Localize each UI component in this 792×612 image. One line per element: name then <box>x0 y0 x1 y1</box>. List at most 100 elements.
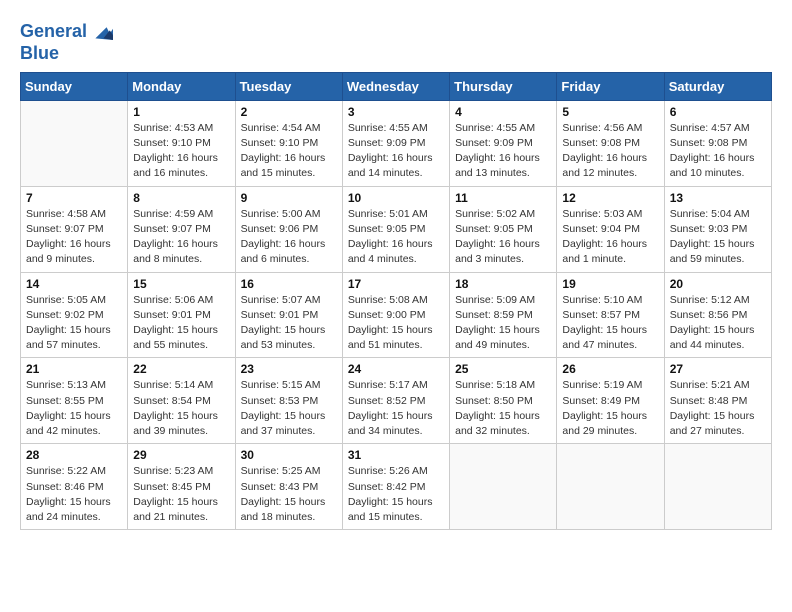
calendar-table: SundayMondayTuesdayWednesdayThursdayFrid… <box>20 72 772 530</box>
day-info: Sunrise: 5:26 AMSunset: 8:42 PMDaylight:… <box>348 464 444 525</box>
calendar-cell: 17 Sunrise: 5:08 AMSunset: 9:00 PMDayligh… <box>342 272 449 358</box>
calendar-cell: 20 Sunrise: 5:12 AMSunset: 8:56 PMDayligh… <box>664 272 771 358</box>
calendar-week-row: 14Sunrise: 5:05 AMSunset: 9:02 PMDayligh… <box>21 272 772 358</box>
calendar-cell <box>21 100 128 186</box>
day-number: 18 <box>455 277 551 291</box>
calendar-cell: 5 Sunrise: 4:56 AMSunset: 9:08 PMDaylight… <box>557 100 664 186</box>
calendar-header-row: SundayMondayTuesdayWednesdayThursdayFrid… <box>21 72 772 100</box>
calendar-cell: 26 Sunrise: 5:19 AMSunset: 8:49 PMDayligh… <box>557 358 664 444</box>
day-number: 30 <box>241 448 337 462</box>
day-number: 17 <box>348 277 444 291</box>
day-number: 20 <box>670 277 766 291</box>
day-number: 19 <box>562 277 658 291</box>
day-number: 12 <box>562 191 658 205</box>
day-info: Sunrise: 5:03 AMSunset: 9:04 PMDaylight:… <box>562 207 658 268</box>
day-info: Sunrise: 5:17 AMSunset: 8:52 PMDaylight:… <box>348 378 444 439</box>
day-number: 5 <box>562 105 658 119</box>
day-number: 11 <box>455 191 551 205</box>
calendar-cell: 15Sunrise: 5:06 AMSunset: 9:01 PMDayligh… <box>128 272 235 358</box>
calendar-cell <box>664 444 771 530</box>
calendar-week-row: 7Sunrise: 4:58 AMSunset: 9:07 PMDaylight… <box>21 186 772 272</box>
calendar-cell: 21Sunrise: 5:13 AMSunset: 8:55 PMDayligh… <box>21 358 128 444</box>
day-info: Sunrise: 5:21 AMSunset: 8:48 PMDaylight:… <box>670 378 766 439</box>
calendar-cell: 7Sunrise: 4:58 AMSunset: 9:07 PMDaylight… <box>21 186 128 272</box>
day-info: Sunrise: 5:01 AMSunset: 9:05 PMDaylight:… <box>348 207 444 268</box>
calendar-cell: 1 Sunrise: 4:53 AMSunset: 9:10 PMDaylight… <box>128 100 235 186</box>
calendar-cell: 29Sunrise: 5:23 AMSunset: 8:45 PMDayligh… <box>128 444 235 530</box>
day-info: Sunrise: 4:53 AMSunset: 9:10 PMDaylight:… <box>133 121 229 182</box>
day-info: Sunrise: 5:08 AMSunset: 9:00 PMDaylight:… <box>348 293 444 354</box>
day-info: Sunrise: 4:54 AMSunset: 9:10 PMDaylight:… <box>241 121 337 182</box>
day-info: Sunrise: 5:09 AMSunset: 8:59 PMDaylight:… <box>455 293 551 354</box>
day-info: Sunrise: 4:55 AMSunset: 9:09 PMDaylight:… <box>348 121 444 182</box>
day-number: 15 <box>133 277 229 291</box>
day-info: Sunrise: 4:58 AMSunset: 9:07 PMDaylight:… <box>26 207 122 268</box>
calendar-week-row: 1 Sunrise: 4:53 AMSunset: 9:10 PMDaylight… <box>21 100 772 186</box>
weekday-header-monday: Monday <box>128 72 235 100</box>
page-header: General Blue <box>20 20 772 64</box>
day-info: Sunrise: 5:23 AMSunset: 8:45 PMDaylight:… <box>133 464 229 525</box>
calendar-week-row: 28 Sunrise: 5:22 AMSunset: 8:46 PMDayligh… <box>21 444 772 530</box>
day-number: 14 <box>26 277 122 291</box>
day-number: 4 <box>455 105 551 119</box>
calendar-cell: 28 Sunrise: 5:22 AMSunset: 8:46 PMDayligh… <box>21 444 128 530</box>
weekday-header-friday: Friday <box>557 72 664 100</box>
calendar-cell: 22Sunrise: 5:14 AMSunset: 8:54 PMDayligh… <box>128 358 235 444</box>
calendar-cell: 10Sunrise: 5:01 AMSunset: 9:05 PMDayligh… <box>342 186 449 272</box>
day-number: 28 <box>26 448 122 462</box>
calendar-cell: 24 Sunrise: 5:17 AMSunset: 8:52 PMDayligh… <box>342 358 449 444</box>
calendar-cell: 2 Sunrise: 4:54 AMSunset: 9:10 PMDaylight… <box>235 100 342 186</box>
day-info: Sunrise: 4:57 AMSunset: 9:08 PMDaylight:… <box>670 121 766 182</box>
calendar-cell: 3Sunrise: 4:55 AMSunset: 9:09 PMDaylight… <box>342 100 449 186</box>
weekday-header-thursday: Thursday <box>450 72 557 100</box>
day-info: Sunrise: 5:15 AMSunset: 8:53 PMDaylight:… <box>241 378 337 439</box>
calendar-cell: 18 Sunrise: 5:09 AMSunset: 8:59 PMDayligh… <box>450 272 557 358</box>
calendar-cell: 12 Sunrise: 5:03 AMSunset: 9:04 PMDayligh… <box>557 186 664 272</box>
calendar-cell: 4 Sunrise: 4:55 AMSunset: 9:09 PMDaylight… <box>450 100 557 186</box>
day-info: Sunrise: 5:25 AMSunset: 8:43 PMDaylight:… <box>241 464 337 525</box>
calendar-cell: 11 Sunrise: 5:02 AMSunset: 9:05 PMDayligh… <box>450 186 557 272</box>
day-info: Sunrise: 5:07 AMSunset: 9:01 PMDaylight:… <box>241 293 337 354</box>
logo-text: General <box>20 22 87 42</box>
calendar-cell: 8 Sunrise: 4:59 AMSunset: 9:07 PMDaylight… <box>128 186 235 272</box>
day-number: 25 <box>455 362 551 376</box>
day-info: Sunrise: 5:10 AMSunset: 8:57 PMDaylight:… <box>562 293 658 354</box>
calendar-cell: 9 Sunrise: 5:00 AMSunset: 9:06 PMDaylight… <box>235 186 342 272</box>
calendar-week-row: 21Sunrise: 5:13 AMSunset: 8:55 PMDayligh… <box>21 358 772 444</box>
day-info: Sunrise: 5:02 AMSunset: 9:05 PMDaylight:… <box>455 207 551 268</box>
weekday-header-tuesday: Tuesday <box>235 72 342 100</box>
calendar-cell: 25 Sunrise: 5:18 AMSunset: 8:50 PMDayligh… <box>450 358 557 444</box>
day-info: Sunrise: 5:12 AMSunset: 8:56 PMDaylight:… <box>670 293 766 354</box>
day-info: Sunrise: 5:19 AMSunset: 8:49 PMDaylight:… <box>562 378 658 439</box>
day-info: Sunrise: 5:00 AMSunset: 9:06 PMDaylight:… <box>241 207 337 268</box>
day-info: Sunrise: 5:04 AMSunset: 9:03 PMDaylight:… <box>670 207 766 268</box>
day-info: Sunrise: 5:13 AMSunset: 8:55 PMDaylight:… <box>26 378 122 439</box>
calendar-cell: 23Sunrise: 5:15 AMSunset: 8:53 PMDayligh… <box>235 358 342 444</box>
day-info: Sunrise: 4:59 AMSunset: 9:07 PMDaylight:… <box>133 207 229 268</box>
day-number: 27 <box>670 362 766 376</box>
day-number: 9 <box>241 191 337 205</box>
calendar-cell: 13Sunrise: 5:04 AMSunset: 9:03 PMDayligh… <box>664 186 771 272</box>
calendar-cell: 27 Sunrise: 5:21 AMSunset: 8:48 PMDayligh… <box>664 358 771 444</box>
logo-icon <box>89 20 113 44</box>
calendar-cell: 14Sunrise: 5:05 AMSunset: 9:02 PMDayligh… <box>21 272 128 358</box>
day-info: Sunrise: 5:22 AMSunset: 8:46 PMDaylight:… <box>26 464 122 525</box>
day-number: 22 <box>133 362 229 376</box>
day-number: 31 <box>348 448 444 462</box>
day-number: 16 <box>241 277 337 291</box>
day-number: 1 <box>133 105 229 119</box>
logo-subtext: Blue <box>20 44 113 64</box>
day-number: 26 <box>562 362 658 376</box>
weekday-header-wednesday: Wednesday <box>342 72 449 100</box>
day-number: 8 <box>133 191 229 205</box>
day-info: Sunrise: 5:18 AMSunset: 8:50 PMDaylight:… <box>455 378 551 439</box>
calendar-cell <box>557 444 664 530</box>
calendar-cell: 19 Sunrise: 5:10 AMSunset: 8:57 PMDayligh… <box>557 272 664 358</box>
weekday-header-sunday: Sunday <box>21 72 128 100</box>
day-number: 2 <box>241 105 337 119</box>
calendar-cell: 16 Sunrise: 5:07 AMSunset: 9:01 PMDayligh… <box>235 272 342 358</box>
calendar-cell <box>450 444 557 530</box>
day-info: Sunrise: 4:55 AMSunset: 9:09 PMDaylight:… <box>455 121 551 182</box>
day-info: Sunrise: 4:56 AMSunset: 9:08 PMDaylight:… <box>562 121 658 182</box>
day-number: 24 <box>348 362 444 376</box>
